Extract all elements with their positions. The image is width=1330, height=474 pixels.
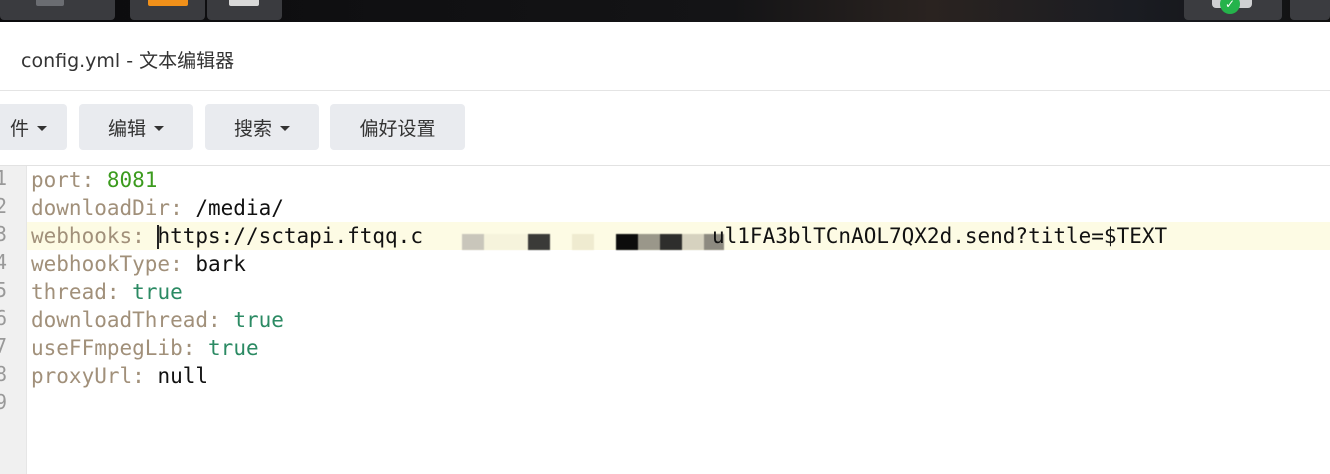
- preferences-button[interactable]: 偏好设置: [330, 104, 465, 150]
- text-editor[interactable]: 1 2 3 4 5 6 7 8 9 port: 8081 downloadDir…: [0, 166, 1330, 474]
- code-line: port: 8081: [31, 166, 157, 194]
- taskbar-app-button[interactable]: [130, 0, 205, 20]
- code-line: thread: true: [31, 278, 183, 306]
- file-menu-button[interactable]: 件: [0, 104, 67, 150]
- line-number: 4: [0, 250, 7, 274]
- taskbar: ✓: [0, 0, 1330, 22]
- notepad-icon: [229, 0, 259, 6]
- file-menu-label: 件: [9, 117, 29, 140]
- code-line: webhookType: bark: [31, 250, 246, 278]
- yaml-value: null: [157, 364, 209, 388]
- yaml-value: 8081: [106, 168, 158, 192]
- grid-icon: [36, 0, 64, 6]
- edit-menu-label: 编辑: [107, 117, 146, 140]
- app-grid-button[interactable]: [0, 0, 115, 20]
- yaml-value-end: ul1FA3blTCnAOL7QX2d.send?title=$TEXT: [712, 224, 1168, 248]
- search-menu-button[interactable]: 搜索: [205, 104, 319, 150]
- yaml-key: webhookType:: [31, 252, 183, 276]
- tray-extra[interactable]: [1290, 0, 1330, 20]
- yaml-key: port:: [31, 168, 95, 192]
- preferences-label: 偏好设置: [359, 117, 436, 140]
- system-tray[interactable]: ✓: [1184, 0, 1282, 20]
- yaml-value-start: https://sctapi.ftqq.c: [157, 224, 423, 248]
- toolbar: 件 编辑 搜索 偏好设置: [0, 91, 1330, 166]
- chevron-down-icon: [37, 125, 47, 131]
- yaml-value: true: [208, 336, 259, 360]
- yaml-key: proxyUrl:: [31, 364, 145, 388]
- line-number: 7: [0, 334, 7, 358]
- line-number-gutter: 1 2 3 4 5 6 7 8 9: [0, 166, 27, 474]
- check-icon: ✓: [1220, 0, 1240, 14]
- yaml-key: downloadThread:: [31, 308, 221, 332]
- yaml-value: true: [233, 308, 284, 332]
- line-number: 5: [0, 278, 7, 302]
- line-number: 9: [0, 390, 7, 414]
- chevron-down-icon: [280, 125, 290, 131]
- yaml-key: webhooks:: [31, 224, 145, 248]
- yaml-value: /media/: [195, 196, 284, 220]
- code-line-tail: ul1FA3blTCnAOL7QX2d.send?title=$TEXT: [712, 222, 1167, 250]
- title-bar: config.yml - 文本编辑器: [0, 22, 1330, 91]
- line-number: 1: [0, 166, 7, 190]
- app-icon: [148, 0, 188, 6]
- code-line: proxyUrl: null: [31, 362, 208, 390]
- yaml-value: bark: [195, 252, 246, 276]
- yaml-value: true: [132, 280, 183, 304]
- edit-menu-button[interactable]: 编辑: [79, 104, 193, 150]
- code-line: useFFmpegLib: true: [31, 334, 259, 362]
- code-line: downloadDir: /media/: [31, 194, 284, 222]
- line-number: 3: [0, 222, 7, 246]
- code-line: downloadThread: true: [31, 306, 284, 334]
- line-number: 6: [0, 306, 7, 330]
- code-line-active: webhooks: https://sctapi.ftqq.c: [31, 222, 423, 250]
- yaml-key: downloadDir:: [31, 196, 183, 220]
- yaml-key: thread:: [31, 280, 120, 304]
- line-number: 8: [0, 362, 7, 386]
- yaml-key: useFFmpegLib:: [31, 336, 196, 360]
- line-number: 2: [0, 194, 7, 218]
- window-title: config.yml - 文本编辑器: [21, 50, 235, 72]
- search-menu-label: 搜索: [233, 117, 272, 140]
- chevron-down-icon: [154, 125, 164, 131]
- redacted-region: [462, 222, 724, 250]
- taskbar-editor-button[interactable]: [207, 0, 282, 20]
